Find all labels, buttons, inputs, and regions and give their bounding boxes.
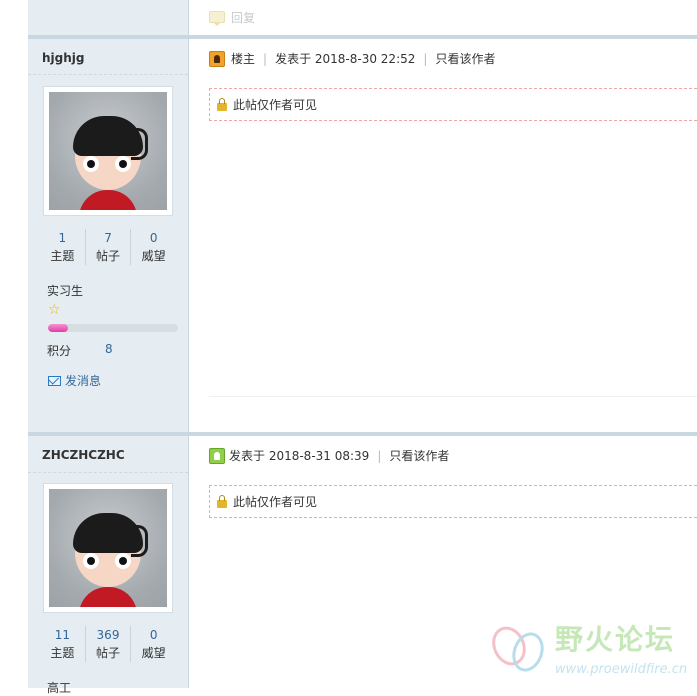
stat-posts[interactable]: 7 帖子: [86, 229, 132, 265]
post-time: 发表于 2018-8-30 22:52: [275, 52, 416, 66]
stat-threads[interactable]: 1 主题: [40, 229, 86, 265]
user-rank: 实习生: [47, 284, 84, 298]
send-message-label: 发消息: [65, 374, 102, 388]
separator: |: [423, 51, 428, 66]
post-divider: [28, 35, 697, 39]
watermark-url: www.proewildfire.cn: [555, 662, 688, 677]
forum-watermark: 野火论坛 www.proewildfire.cn: [486, 620, 697, 682]
wildfire-logo-icon: [486, 621, 549, 676]
lock-icon: [217, 97, 227, 111]
avatar[interactable]: [43, 483, 173, 613]
post-header: 发表于 2018-8-31 08:39 | 只看该作者: [209, 447, 449, 464]
name-divider: [28, 472, 188, 473]
points-value[interactable]: 8: [105, 342, 113, 356]
lock-icon: [217, 494, 227, 508]
separator: |: [263, 51, 268, 66]
reply-link[interactable]: 回复: [209, 9, 256, 26]
locked-notice-text: 此帖仅作者可见: [233, 495, 318, 509]
only-author-link[interactable]: 只看该作者: [435, 50, 495, 67]
post-time: 发表于 2018-8-31 08:39: [229, 449, 370, 463]
locked-notice-text: 此帖仅作者可见: [233, 98, 318, 112]
author-name[interactable]: ZHCZHCZHC: [42, 448, 125, 462]
thread-owner-icon: [209, 50, 225, 67]
post-divider: [28, 432, 697, 436]
stat-prestige[interactable]: 0 威望: [131, 626, 176, 662]
author-stats: 1 主题 7 帖子 0 威望: [40, 229, 176, 265]
name-divider: [28, 74, 188, 75]
star-icon: ☆: [48, 302, 61, 318]
locked-notice: 此帖仅作者可见: [209, 88, 697, 121]
stat-posts[interactable]: 369 帖子: [86, 626, 132, 662]
level-progress-bar: [48, 324, 178, 332]
sidebar-divider: [188, 0, 189, 688]
left-gutter: [0, 0, 28, 688]
avatar-image: [49, 92, 167, 210]
send-message-link[interactable]: 发消息: [48, 372, 101, 389]
separator: |: [377, 448, 382, 463]
user-icon: [209, 447, 225, 464]
watermark-title: 野火论坛: [555, 623, 676, 656]
mail-icon: [48, 375, 61, 386]
post-header: 楼主 | 发表于 2018-8-30 22:52 | 只看该作者: [209, 50, 495, 67]
reply-icon: [209, 11, 225, 26]
post-footer-divider: [209, 396, 697, 397]
owner-label: 楼主: [231, 52, 256, 66]
reply-label: 回复: [231, 10, 256, 25]
avatar[interactable]: [43, 86, 173, 216]
only-author-link[interactable]: 只看该作者: [389, 447, 449, 464]
level-progress-fill: [48, 324, 68, 332]
points-label: 积分: [47, 344, 72, 358]
stat-threads[interactable]: 11 主题: [40, 626, 86, 662]
stat-prestige[interactable]: 0 威望: [131, 229, 176, 265]
locked-notice: 此帖仅作者可见: [209, 485, 697, 518]
author-stats: 11 主题 369 帖子 0 威望: [40, 626, 176, 662]
avatar-image: [49, 489, 167, 607]
author-name[interactable]: hjghjg: [42, 51, 85, 65]
